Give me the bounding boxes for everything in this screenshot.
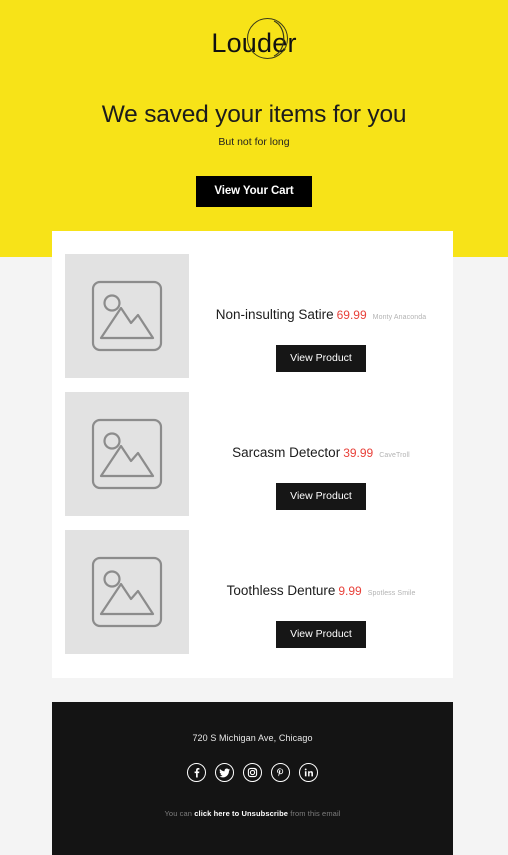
brand-logo[interactable]: Louder — [0, 0, 508, 86]
page-title: We saved your items for you — [101, 101, 407, 128]
product-image-placeholder — [65, 392, 189, 516]
product-name: Non-insulting Satire — [215, 307, 334, 322]
hero-banner: Louder We saved your items for you But n… — [0, 0, 508, 257]
cta-row: View Your Cart — [0, 176, 508, 207]
note-suffix: from this email — [288, 809, 341, 818]
image-placeholder-icon — [90, 555, 164, 629]
linkedin-icon[interactable] — [299, 763, 318, 782]
product-details: Non-insulting Satire 69.99 Monty Anaconda … — [189, 254, 453, 372]
product-title-line: Sarcasm Detector 39.99 CaveTroll — [189, 444, 453, 462]
logo-text: Louder — [211, 27, 297, 58]
product-list-card: Non-insulting Satire 69.99 Monty Anaconda … — [52, 231, 453, 678]
image-placeholder-icon — [90, 417, 164, 491]
product-vendor: CaveTroll — [379, 452, 410, 459]
pinterest-icon[interactable] — [271, 763, 290, 782]
product-details: Toothless Denture 9.99 Spotless Smile View… — [189, 530, 453, 648]
view-product-button[interactable]: View Product — [276, 345, 366, 372]
email-footer: 720 S Michigan Ave, Chicago You can clic… — [52, 702, 453, 855]
product-name: Toothless Denture — [226, 583, 336, 598]
product-title-line: Non-insulting Satire 69.99 Monty Anaconda — [189, 306, 453, 324]
footer-address: 720 S Michigan Ave, Chicago — [192, 733, 313, 743]
twitter-icon[interactable] — [215, 763, 234, 782]
note-prefix: You can — [164, 809, 195, 818]
product-vendor: Monty Anaconda — [372, 314, 427, 321]
product-cta-row: View Product — [189, 621, 453, 648]
email-page: Louder We saved your items for you But n… — [0, 0, 508, 855]
product-details: Sarcasm Detector 39.99 CaveTroll View Prod… — [189, 392, 453, 510]
product-image-placeholder — [65, 530, 189, 654]
product-title-line: Toothless Denture 9.99 Spotless Smile — [189, 582, 453, 600]
product-image-placeholder — [65, 254, 189, 378]
unsubscribe-link[interactable]: click here to Unsubscribe — [194, 809, 288, 818]
instagram-icon[interactable] — [243, 763, 262, 782]
page-subtitle: But not for long — [218, 136, 290, 148]
product-price: 39.99 — [343, 446, 374, 460]
view-product-button[interactable]: View Product — [276, 483, 366, 510]
product-price: 9.99 — [338, 584, 362, 598]
facebook-icon[interactable] — [187, 763, 206, 782]
product-cta-row: View Product — [189, 483, 453, 510]
view-cart-button[interactable]: View Your Cart — [196, 176, 312, 207]
social-links — [52, 763, 453, 782]
list-item: Non-insulting Satire 69.99 Monty Anaconda … — [52, 254, 453, 378]
image-placeholder-icon — [90, 279, 164, 353]
unsubscribe-note: You can click here to Unsubscribe from t… — [52, 809, 453, 818]
product-cta-row: View Product — [189, 345, 453, 372]
product-price: 69.99 — [336, 308, 367, 322]
product-vendor: Spotless Smile — [367, 590, 416, 597]
product-name: Sarcasm Detector — [232, 445, 341, 460]
view-product-button[interactable]: View Product — [276, 621, 366, 648]
list-item: Sarcasm Detector 39.99 CaveTroll View Prod… — [52, 392, 453, 516]
list-item: Toothless Denture 9.99 Spotless Smile View… — [52, 530, 453, 654]
